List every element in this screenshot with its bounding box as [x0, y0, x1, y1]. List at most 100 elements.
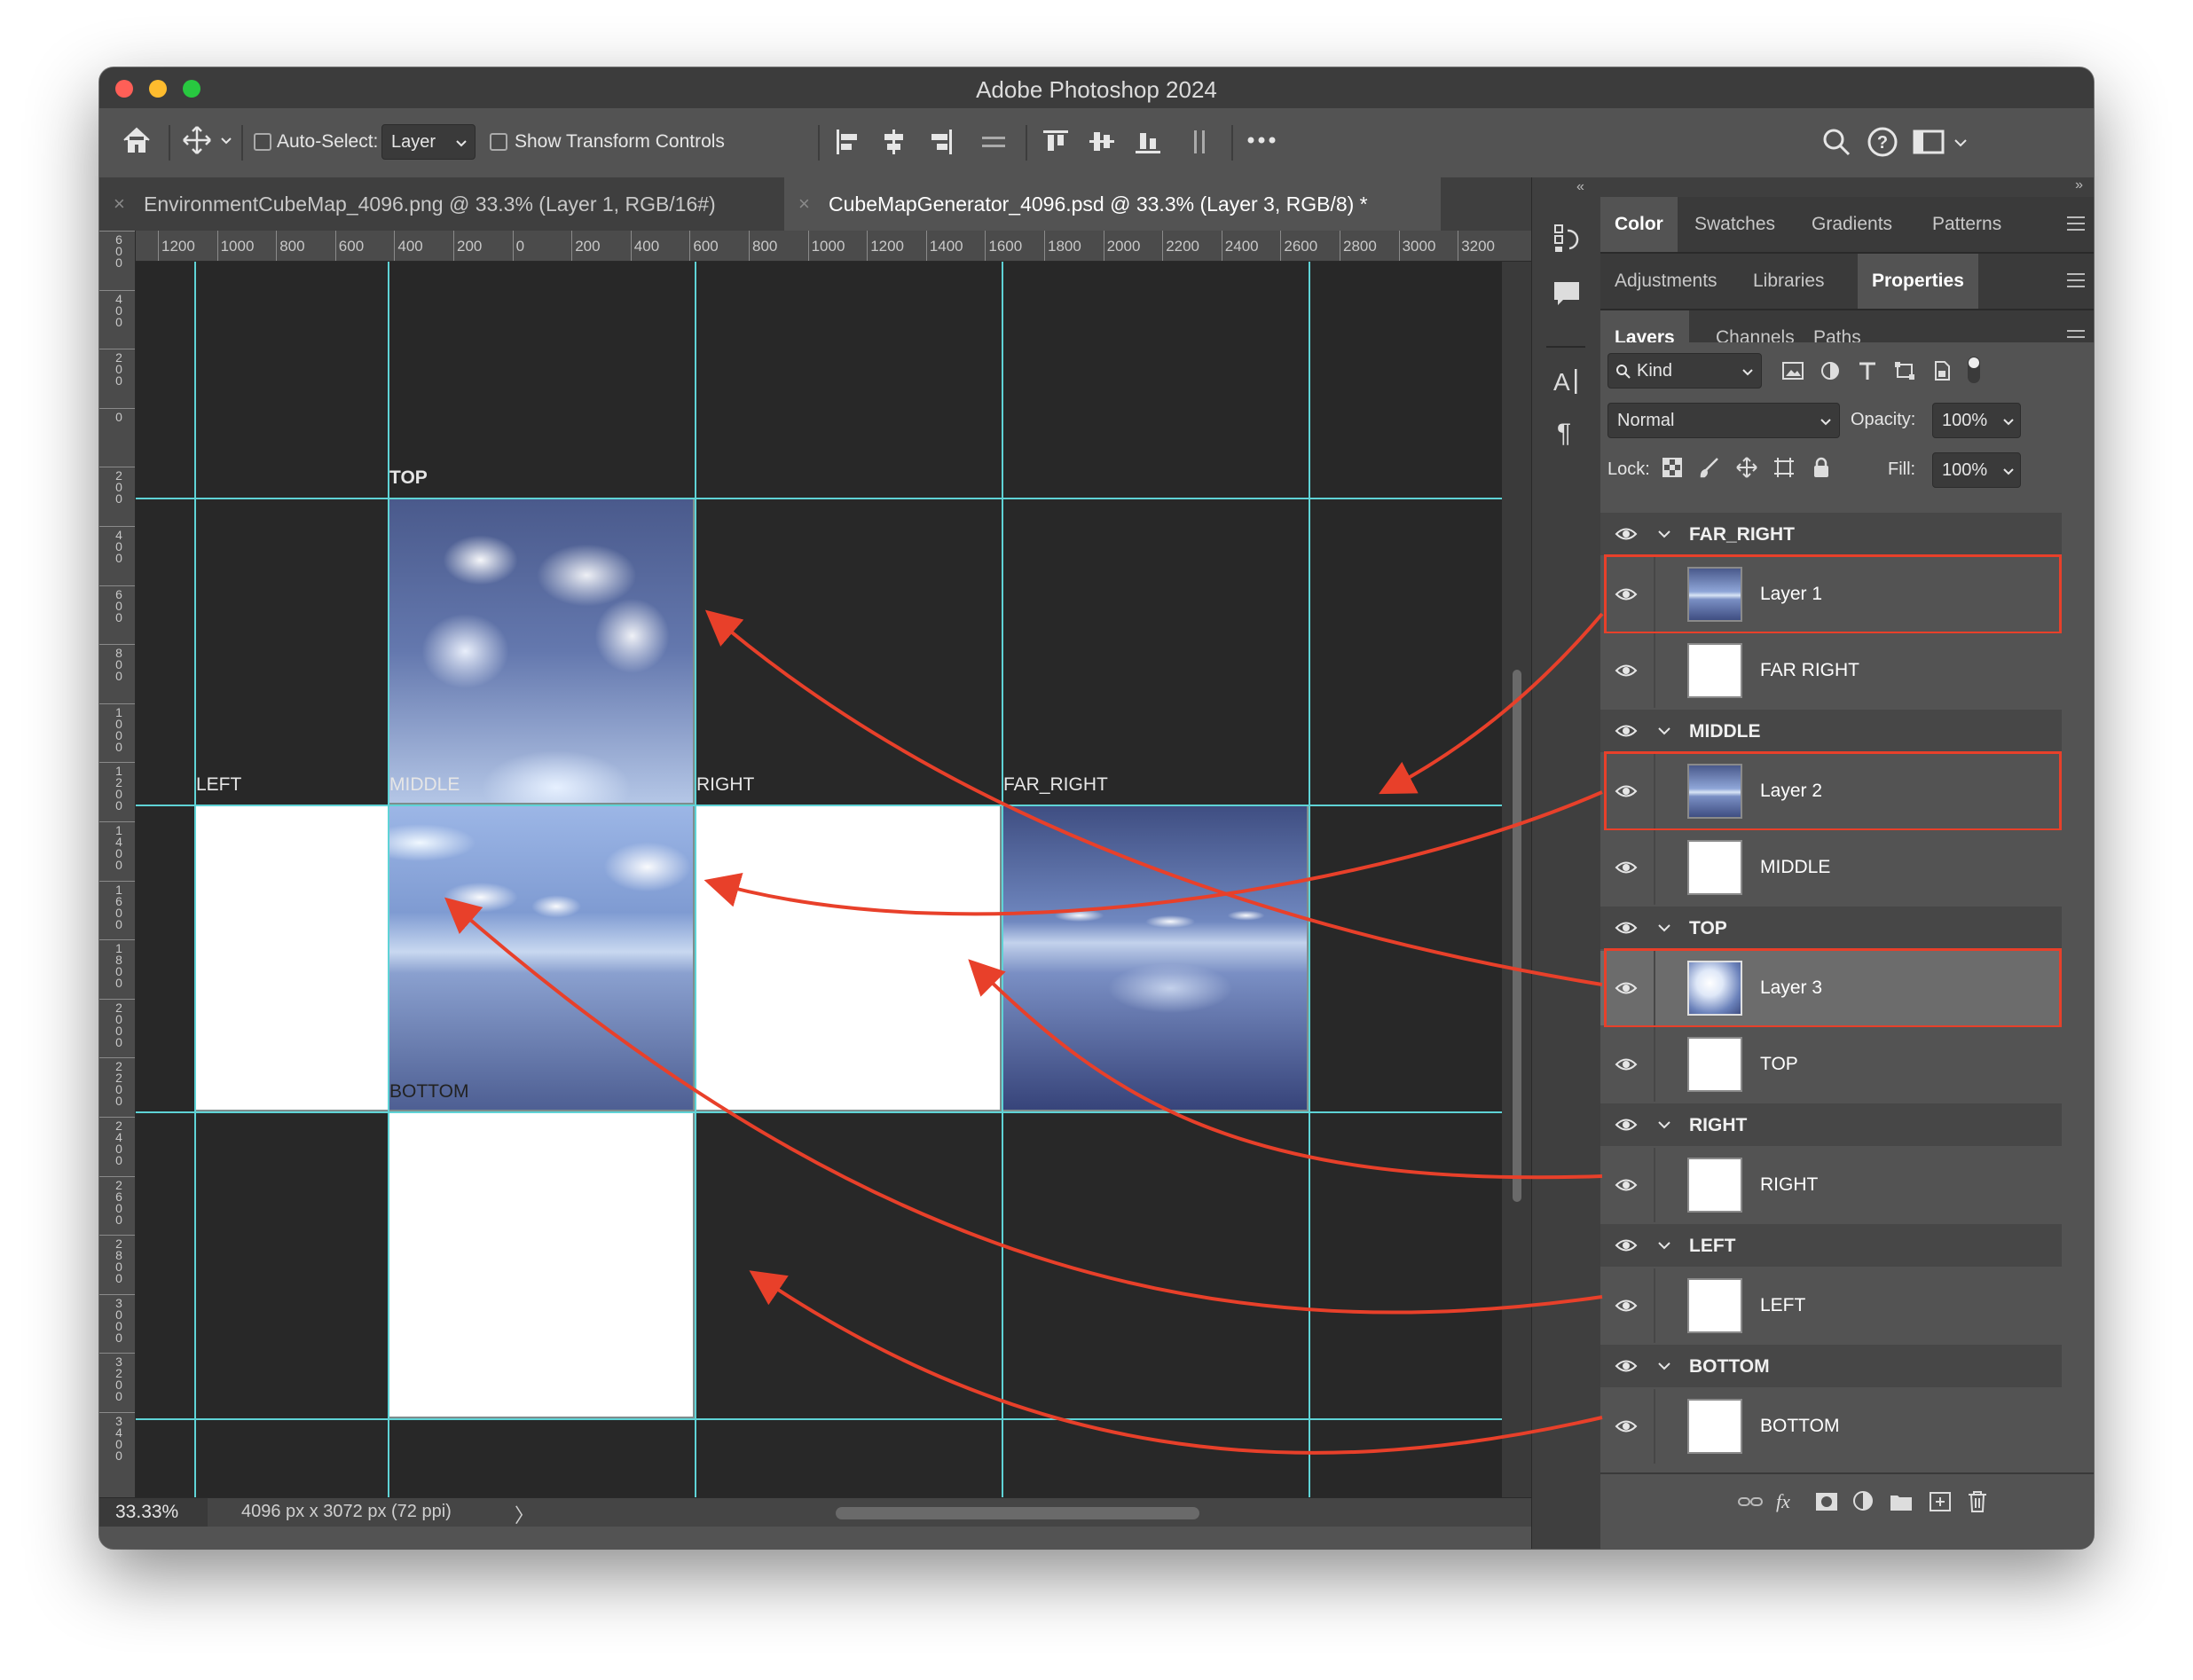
tab-patterns[interactable]: Patterns — [1918, 197, 2016, 252]
search-icon[interactable] — [1819, 124, 1854, 160]
chevron-down-icon[interactable] — [1953, 137, 1968, 149]
guide-vertical[interactable] — [388, 262, 389, 1497]
align-top-icon[interactable] — [1040, 126, 1072, 158]
guide-vertical[interactable] — [1002, 262, 1003, 1497]
visibility-eye-icon[interactable] — [1615, 1298, 1638, 1318]
tab-cubemap-generator[interactable]: × CubeMapGenerator_4096.psd @ 33.3% (Lay… — [784, 177, 1441, 231]
panel-menu-icon[interactable] — [2067, 273, 2085, 287]
guide-horizontal[interactable] — [136, 805, 1502, 806]
align-vertical-center-icon[interactable] — [1086, 126, 1118, 158]
guide-vertical[interactable] — [695, 262, 696, 1497]
group-expand-chevron-icon[interactable] — [1657, 922, 1671, 938]
visibility-eye-icon[interactable] — [1615, 723, 1638, 743]
layer-row[interactable]: TOP — [1600, 1027, 2062, 1102]
layer-row[interactable]: RIGHT — [1600, 1148, 2062, 1222]
face-middle-image[interactable] — [388, 805, 695, 1111]
new-layer-icon[interactable] — [1927, 1490, 1953, 1513]
layer-group-row[interactable]: FAR_RIGHT — [1600, 513, 2062, 555]
lock-artboard-icon[interactable] — [1772, 456, 1796, 479]
image-filter-icon[interactable] — [1781, 360, 1804, 381]
layer-row[interactable]: Layer 3 — [1600, 951, 2062, 1025]
workspace-icon[interactable] — [1911, 126, 1946, 158]
layer-group-row[interactable]: LEFT — [1600, 1224, 2062, 1267]
adjustment-filter-icon[interactable] — [1819, 360, 1842, 381]
auto-select-dropdown[interactable]: Layer — [381, 124, 476, 160]
face-right[interactable] — [695, 805, 1002, 1111]
fill-field[interactable]: 100% — [1932, 452, 2021, 488]
close-tab-icon[interactable]: × — [114, 177, 125, 231]
visibility-eye-icon[interactable] — [1615, 920, 1638, 940]
tab-color[interactable]: Color — [1600, 197, 1678, 252]
history-icon[interactable] — [1550, 222, 1584, 255]
visibility-eye-icon[interactable] — [1615, 860, 1638, 880]
vertical-ruler[interactable]: 600 400 200 0 200 400 600 800 1000 1200 1400 1600 18… — [99, 231, 136, 1497]
scroll-thumb[interactable] — [1513, 670, 1521, 1202]
distribute-vertical-icon[interactable] — [1183, 126, 1215, 158]
visibility-eye-icon[interactable] — [1615, 1358, 1638, 1378]
lock-pixels-icon[interactable] — [1698, 456, 1721, 479]
visibility-eye-icon[interactable] — [1615, 586, 1638, 607]
guide-horizontal[interactable] — [136, 1111, 1502, 1113]
layer-group-row[interactable]: MIDDLE — [1600, 710, 2062, 752]
layer-group-row[interactable]: TOP — [1600, 907, 2062, 949]
filter-toggle[interactable] — [1968, 357, 1980, 383]
layer-style-icon[interactable]: fx — [1774, 1488, 1801, 1515]
group-expand-chevron-icon[interactable] — [1657, 1119, 1671, 1134]
delete-layer-icon[interactable] — [1964, 1488, 1991, 1515]
tab-adjustments[interactable]: Adjustments — [1600, 254, 1732, 309]
character-icon[interactable]: A — [1550, 364, 1584, 397]
visibility-eye-icon[interactable] — [1615, 1056, 1638, 1077]
layer-row[interactable]: Layer 1 — [1600, 557, 2062, 632]
distribute-horizontal-icon[interactable] — [978, 126, 1010, 158]
tab-environment-cubemap[interactable]: × EnvironmentCubeMap_4096.png @ 33.3% (L… — [99, 177, 782, 231]
smart-object-filter-icon[interactable] — [1930, 360, 1953, 381]
align-left-icon[interactable] — [832, 126, 864, 158]
close-tab-icon[interactable]: × — [798, 177, 810, 231]
home-icon[interactable] — [119, 122, 154, 158]
face-far-right-image[interactable] — [1002, 805, 1309, 1111]
visibility-eye-icon[interactable] — [1615, 1237, 1638, 1258]
layer-row[interactable]: Layer 2 — [1600, 754, 2062, 828]
comments-icon[interactable] — [1550, 277, 1584, 310]
group-expand-chevron-icon[interactable] — [1657, 1239, 1671, 1255]
guide-vertical[interactable] — [1309, 262, 1310, 1497]
layer-filter-dropdown[interactable]: Kind — [1607, 353, 1762, 389]
type-filter-icon[interactable] — [1856, 360, 1879, 381]
align-right-icon[interactable] — [924, 126, 956, 158]
tab-properties[interactable]: Properties — [1858, 254, 1978, 309]
layer-row[interactable]: FAR RIGHT — [1600, 633, 2062, 708]
show-transform-checkbox[interactable] — [490, 133, 507, 151]
zoom-level[interactable]: 33.33% — [99, 1498, 208, 1527]
vertical-scrollbar[interactable] — [1502, 262, 1531, 1497]
lock-position-icon[interactable] — [1735, 456, 1758, 479]
expand-icon[interactable]: » — [2075, 177, 2083, 193]
horizontal-ruler[interactable]: 1200 1000 800 600 400 200 0 200 400 600 800 1000 120… — [135, 231, 1531, 262]
face-bottom[interactable] — [388, 1111, 695, 1418]
tab-libraries[interactable]: Libraries — [1739, 254, 1839, 309]
auto-select-checkbox[interactable] — [254, 133, 271, 151]
visibility-eye-icon[interactable] — [1615, 663, 1638, 683]
visibility-eye-icon[interactable] — [1615, 526, 1638, 546]
help-icon[interactable]: ? — [1865, 124, 1900, 160]
guide-horizontal[interactable] — [136, 498, 1502, 499]
visibility-eye-icon[interactable] — [1615, 1418, 1638, 1439]
opacity-field[interactable]: 100% — [1932, 403, 2021, 438]
lock-transparency-icon[interactable] — [1661, 456, 1684, 479]
tab-swatches[interactable]: Swatches — [1680, 197, 1789, 252]
status-menu-arrow[interactable]: 〉 — [515, 1500, 534, 1528]
layer-row[interactable]: MIDDLE — [1600, 830, 2062, 905]
guide-vertical[interactable] — [194, 262, 196, 1497]
paragraph-icon[interactable]: ¶ — [1550, 413, 1584, 447]
visibility-eye-icon[interactable] — [1615, 1177, 1638, 1197]
align-bottom-icon[interactable] — [1132, 126, 1164, 158]
lock-all-icon[interactable] — [1810, 456, 1833, 479]
tab-gradients[interactable]: Gradients — [1797, 197, 1906, 252]
chevron-down-icon[interactable] — [220, 135, 232, 147]
layer-row[interactable]: LEFT — [1600, 1268, 2062, 1343]
visibility-eye-icon[interactable] — [1615, 980, 1638, 1001]
face-top-image[interactable] — [388, 498, 695, 805]
guide-horizontal[interactable] — [136, 1418, 1502, 1420]
visibility-eye-icon[interactable] — [1615, 1117, 1638, 1137]
shape-filter-icon[interactable] — [1893, 360, 1916, 381]
layer-row[interactable]: BOTTOM — [1600, 1389, 2062, 1464]
